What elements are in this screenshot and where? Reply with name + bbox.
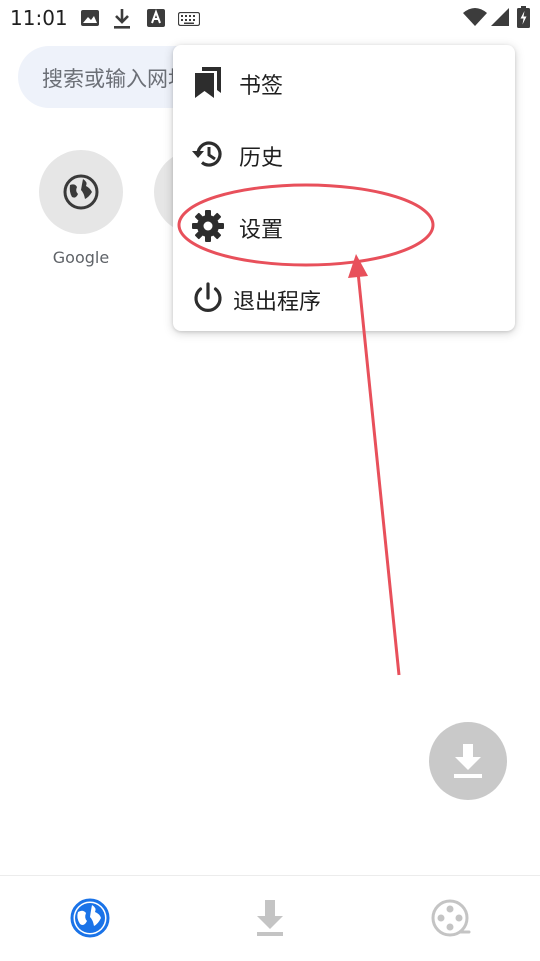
download-icon <box>454 744 482 778</box>
bottom-navigation <box>0 875 540 961</box>
battery-icon <box>517 6 530 28</box>
shortcut-google[interactable]: Google <box>39 150 123 267</box>
signal-icon <box>491 8 509 26</box>
gear-icon <box>192 210 224 242</box>
shortcut-label: Google <box>52 248 110 267</box>
overflow-menu: 书签 历史 设置 退出程序 <box>173 45 515 331</box>
status-time: 11:01 <box>10 6 68 30</box>
menu-item-label: 设置 <box>239 218 284 243</box>
film-reel-icon <box>431 899 471 937</box>
menu-item-label: 书签 <box>239 74 284 99</box>
search-input[interactable]: 搜索或输入网址 <box>42 63 189 93</box>
menu-item-exit[interactable]: 退出程序 <box>173 263 515 333</box>
power-icon <box>194 282 222 312</box>
history-icon <box>192 141 222 167</box>
menu-item-bookmarks[interactable]: 书签 <box>173 47 515 117</box>
font-icon <box>147 9 165 27</box>
menu-item-settings[interactable]: 设置 <box>173 191 515 261</box>
shortcut-icon-container <box>39 150 123 234</box>
wifi-icon <box>463 8 487 26</box>
nav-downloads[interactable] <box>248 896 292 940</box>
globe-icon <box>70 898 110 938</box>
menu-item-label: 退出程序 <box>233 290 322 315</box>
globe-icon <box>63 174 99 210</box>
download-icon <box>257 900 283 936</box>
nav-media[interactable] <box>428 896 472 940</box>
menu-item-history[interactable]: 历史 <box>173 119 515 189</box>
download-icon <box>114 9 130 29</box>
bookmark-icon <box>195 67 221 98</box>
status-bar: 11:01 <box>0 0 540 36</box>
menu-item-label: 历史 <box>239 146 284 171</box>
nav-browser[interactable] <box>68 896 112 940</box>
download-fab[interactable] <box>429 722 507 800</box>
image-icon <box>81 10 99 26</box>
keyboard-icon <box>178 12 200 26</box>
